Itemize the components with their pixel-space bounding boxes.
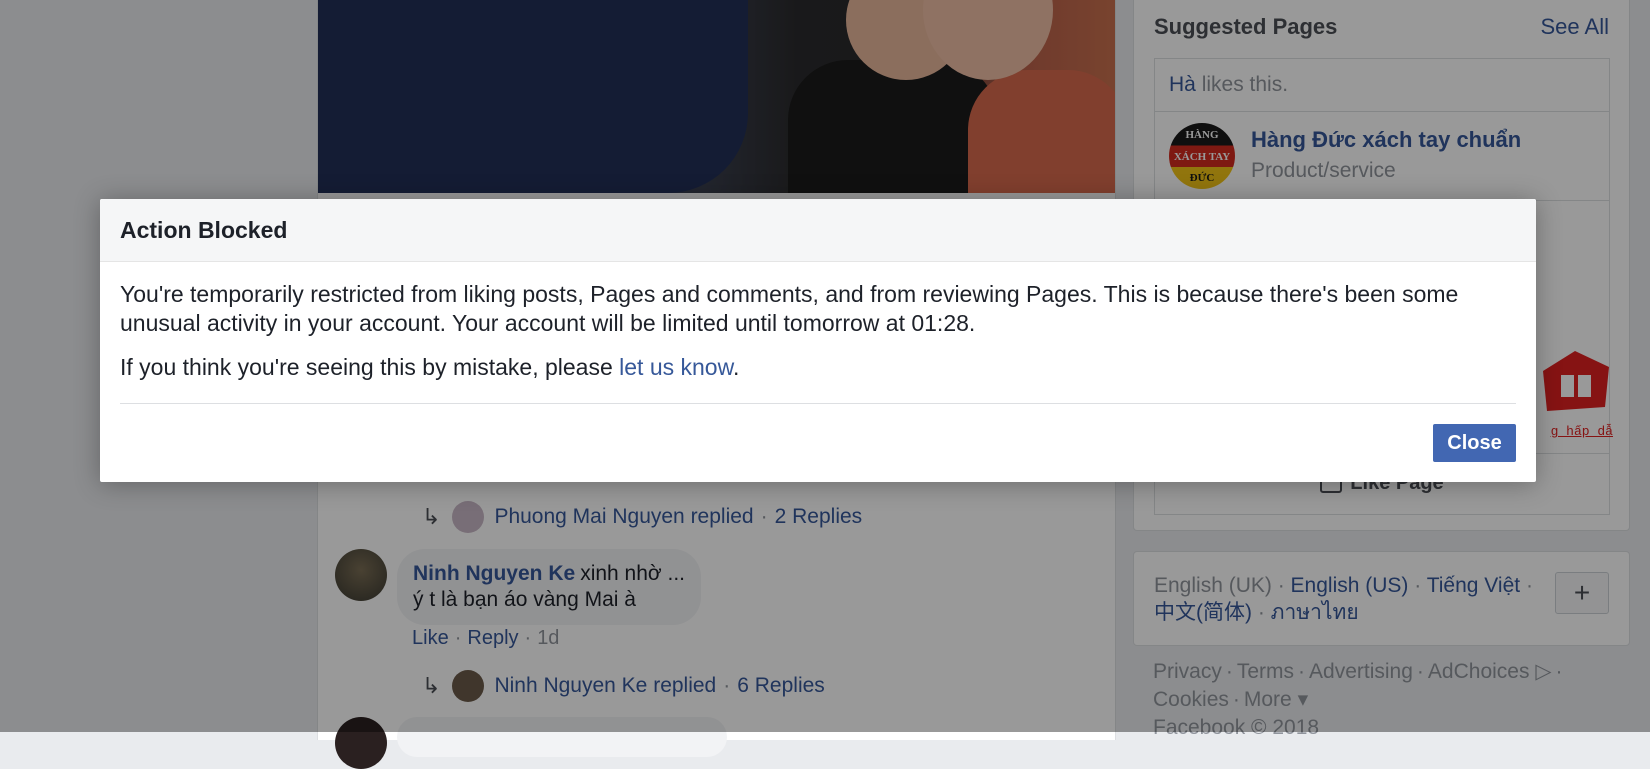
- close-button[interactable]: Close: [1433, 424, 1516, 462]
- dialog-footer: Close: [120, 403, 1516, 482]
- dialog-header: Action Blocked: [100, 199, 1536, 262]
- dialog-title: Action Blocked: [120, 217, 288, 243]
- dialog-body: You're temporarily restricted from likin…: [100, 262, 1536, 382]
- dialog-mistake-line: If you think you're seeing this by mista…: [120, 354, 740, 380]
- dialog-message: You're temporarily restricted from likin…: [120, 281, 1459, 336]
- action-blocked-dialog: Action Blocked You're temporarily restri…: [100, 199, 1536, 482]
- let-us-know-link[interactable]: let us know: [619, 354, 733, 380]
